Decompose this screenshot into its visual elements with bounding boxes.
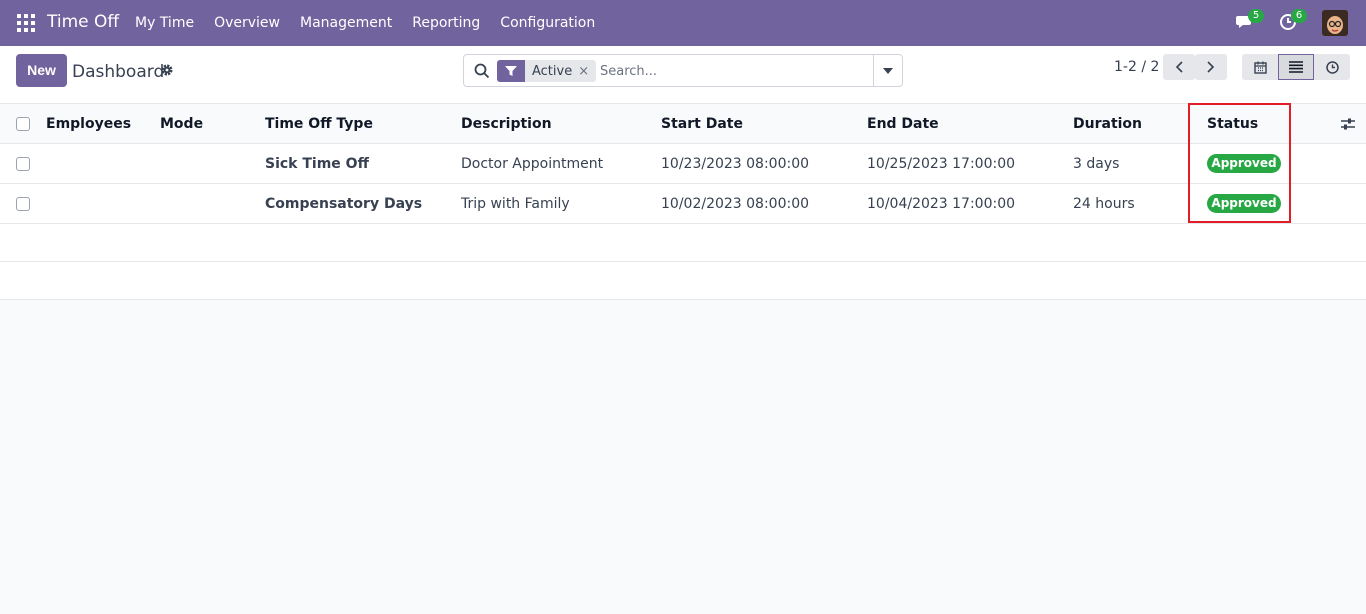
messages-button[interactable]: 5: [1236, 9, 1264, 33]
column-header-mode[interactable]: Mode: [160, 116, 203, 132]
column-header-employees[interactable]: Employees: [46, 116, 131, 132]
filter-facet: Active ×: [497, 60, 597, 82]
end-date-cell: 10/25/2023 17:00:00: [867, 156, 1016, 172]
top-navbar: Time Off My Time Overview Management Rep…: [0, 0, 1366, 46]
apps-grid-icon[interactable]: [17, 14, 35, 32]
status-badge: Approved: [1207, 194, 1281, 213]
duration-cell: 24 hours: [1073, 196, 1135, 212]
control-panel: New Dashboard Active × 1-2 / 2: [0, 46, 1366, 104]
search-input[interactable]: [600, 61, 870, 81]
empty-row: [0, 223, 1366, 261]
activities-button[interactable]: 6: [1279, 9, 1307, 33]
app-title[interactable]: Time Off: [47, 12, 119, 32]
pager-next-button[interactable]: [1195, 54, 1227, 80]
empty-row: [0, 261, 1366, 300]
caret-down-icon: [883, 67, 893, 74]
nav-item-overview[interactable]: Overview: [214, 15, 280, 31]
activities-count-badge: 6: [1291, 9, 1307, 23]
user-avatar[interactable]: [1322, 10, 1348, 36]
search-options-toggle[interactable]: [873, 55, 902, 86]
chevron-left-icon: [1175, 61, 1183, 73]
search-bar: Active ×: [463, 54, 903, 87]
end-date-cell: 10/04/2023 17:00:00: [867, 196, 1016, 212]
nav-menu: My Time Overview Management Reporting Co…: [135, 15, 615, 31]
description-cell: Trip with Family: [461, 196, 570, 212]
column-header-time-off-type[interactable]: Time Off Type: [265, 116, 373, 132]
clock-icon: [1325, 60, 1339, 74]
time-off-type-cell: Compensatory Days: [265, 196, 423, 212]
time-off-type-cell: Sick Time Off: [265, 156, 369, 172]
column-settings-icon[interactable]: [1340, 116, 1356, 132]
status-badge: Approved: [1207, 154, 1281, 173]
time-off-list: Employees Mode Time Off Type Description…: [0, 103, 1366, 300]
filter-icon: [497, 60, 525, 82]
table-header-row: Employees Mode Time Off Type Description…: [0, 103, 1366, 143]
column-header-end-date[interactable]: End Date: [867, 116, 939, 132]
row-checkbox[interactable]: [16, 157, 30, 171]
column-header-start-date[interactable]: Start Date: [661, 116, 743, 132]
select-all-checkbox[interactable]: [16, 117, 30, 131]
search-icon[interactable]: [474, 63, 490, 79]
new-button[interactable]: New: [16, 54, 67, 87]
duration-cell: 3 days: [1073, 156, 1120, 172]
calendar-icon: [1253, 61, 1267, 74]
column-header-duration[interactable]: Duration: [1073, 116, 1142, 132]
pager-previous-button[interactable]: [1163, 54, 1195, 80]
table-row[interactable]: Sick Time Off Doctor Appointment 10/23/2…: [0, 143, 1366, 183]
row-checkbox[interactable]: [16, 197, 30, 211]
nav-item-reporting[interactable]: Reporting: [412, 15, 480, 31]
column-header-description[interactable]: Description: [461, 116, 552, 132]
column-header-status[interactable]: Status: [1207, 116, 1258, 132]
nav-item-my-time[interactable]: My Time: [135, 15, 194, 31]
nav-item-management[interactable]: Management: [300, 15, 392, 31]
breadcrumb: Dashboard: [72, 62, 165, 82]
start-date-cell: 10/02/2023 08:00:00: [661, 196, 810, 212]
messages-count-badge: 5: [1248, 9, 1264, 23]
gear-icon[interactable]: [160, 63, 174, 77]
calendar-view-button[interactable]: [1242, 54, 1278, 80]
nav-item-configuration[interactable]: Configuration: [500, 15, 595, 31]
list-view-button[interactable]: [1278, 54, 1314, 80]
facet-remove-button[interactable]: ×: [578, 64, 596, 79]
filter-facet-label: Active: [532, 63, 573, 79]
chevron-right-icon: [1207, 61, 1215, 73]
pager-value[interactable]: 1-2 / 2: [1114, 59, 1159, 75]
list-icon: [1289, 61, 1303, 73]
start-date-cell: 10/23/2023 08:00:00: [661, 156, 810, 172]
description-cell: Doctor Appointment: [461, 156, 604, 172]
activity-view-button[interactable]: [1314, 54, 1350, 80]
view-switcher: [1242, 54, 1350, 80]
table-row[interactable]: Compensatory Days Trip with Family 10/02…: [0, 183, 1366, 223]
